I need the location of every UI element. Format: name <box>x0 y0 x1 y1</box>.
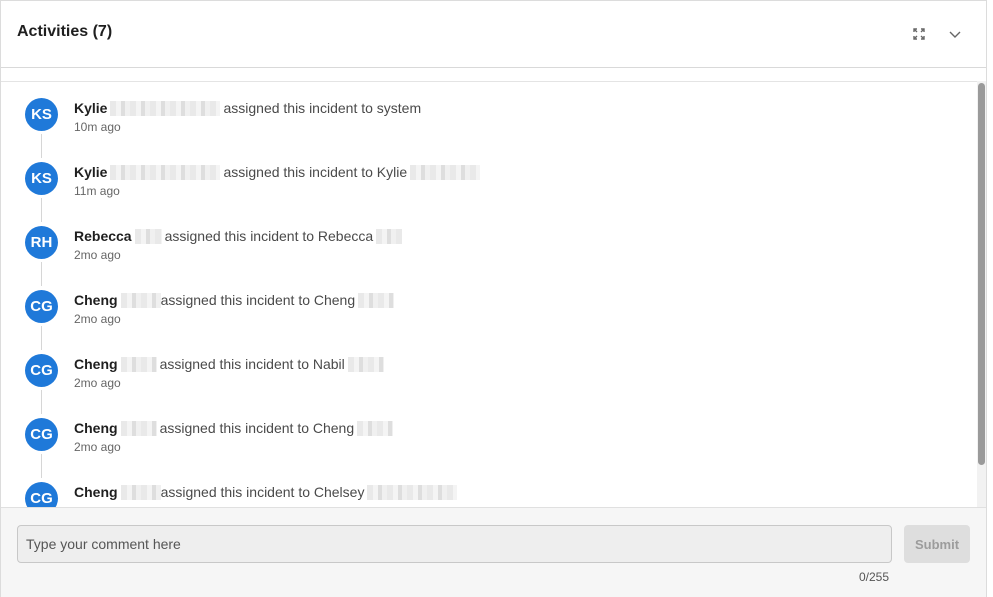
activity-text: assigned this incident to Rebecca <box>164 228 374 244</box>
avatar: CG <box>25 354 58 387</box>
avatar: CG <box>25 290 58 323</box>
redacted-name <box>110 100 221 116</box>
character-counter: 0/255 <box>859 570 890 584</box>
activity-text: assigned this incident to Nabil <box>159 356 345 372</box>
submit-button[interactable]: Submit <box>904 525 970 563</box>
activity-time: 2mo ago <box>74 376 121 390</box>
scrollbar-thumb[interactable] <box>978 83 985 465</box>
avatar: KS <box>25 98 58 131</box>
activity-text: assigned this incident to Chelsey <box>160 484 365 500</box>
activity-time: 11m ago <box>74 184 120 198</box>
activity-text: assigned this incident to Cheng <box>159 420 355 436</box>
expand-icon[interactable] <box>910 25 928 43</box>
actor-name: Cheng <box>74 292 118 308</box>
activity-text: assigned this incident to Cheng <box>160 292 356 308</box>
activity-time: 2mo ago <box>74 312 121 326</box>
redacted-name <box>376 228 403 244</box>
activity-item: CG Cheng assigned this incident to Cheng… <box>1 402 971 478</box>
redacted-name <box>134 228 162 244</box>
activity-item: KS Kylie assigned this incident to Kylie… <box>1 146 971 222</box>
activities-panel: Activities (7) KS Kylie assigned this in… <box>0 0 987 597</box>
activity-item: RH Rebecca assigned this incident to Reb… <box>1 210 971 286</box>
redacted-name <box>358 292 395 308</box>
actor-name: Kylie <box>74 164 108 180</box>
avatar: KS <box>25 162 58 195</box>
activity-scrollbar[interactable] <box>977 81 986 507</box>
panel-title: Activities (7) <box>17 23 113 40</box>
redacted-name <box>410 164 481 180</box>
activity-item: CG Cheng assigned this incident to Chels… <box>1 466 971 507</box>
redacted-name <box>120 356 157 372</box>
activity-time: 10m ago <box>74 120 121 134</box>
activity-item: KS Kylie assigned this incident to syste… <box>1 82 971 158</box>
redacted-name <box>367 484 458 500</box>
actor-name: Rebecca <box>74 228 132 244</box>
activity-item: CG Cheng assigned this incident to Nabil… <box>1 338 971 414</box>
activity-time: 2mo ago <box>74 440 121 454</box>
redacted-name <box>120 484 161 500</box>
chevron-down-icon[interactable] <box>946 25 964 43</box>
activity-text: assigned this incident to system <box>223 100 422 116</box>
activity-text: assigned this incident to Kylie <box>223 164 408 180</box>
avatar: CG <box>25 418 58 451</box>
actor-name: Cheng <box>74 420 118 436</box>
avatar: CG <box>25 482 58 507</box>
activity-list[interactable]: KS Kylie assigned this incident to syste… <box>1 81 986 507</box>
actor-name: Cheng <box>74 356 118 372</box>
actor-name: Cheng <box>74 484 118 500</box>
panel-header: Activities (7) <box>1 1 986 68</box>
redacted-name <box>110 164 221 180</box>
avatar: RH <box>25 226 58 259</box>
actor-name: Kylie <box>74 100 108 116</box>
redacted-name <box>357 420 394 436</box>
redacted-name <box>347 356 384 372</box>
redacted-name <box>120 292 161 308</box>
activity-item: CG Cheng assigned this incident to Cheng… <box>1 274 971 350</box>
activity-time: 2mo ago <box>74 248 121 262</box>
comment-input[interactable] <box>17 525 892 563</box>
comment-footer: Submit 0/255 <box>1 507 986 597</box>
redacted-name <box>120 420 157 436</box>
